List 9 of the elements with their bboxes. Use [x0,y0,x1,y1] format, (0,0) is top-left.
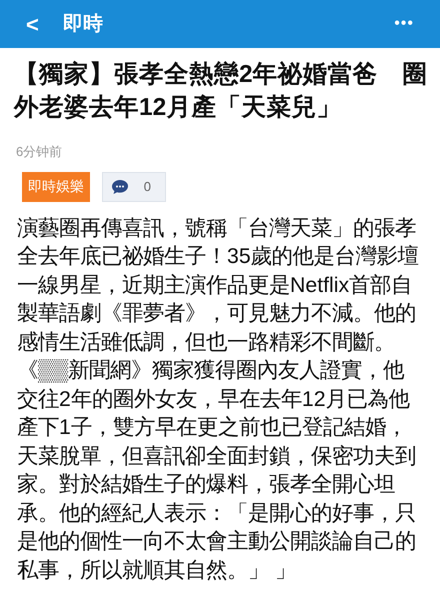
chat-bubble-icon [111,178,129,194]
category-tag[interactable]: 即時娛樂 [22,172,90,202]
comment-button[interactable]: 0 [102,172,166,202]
timestamp: 6分钟前 [16,143,64,161]
more-button[interactable]: ••• [394,12,414,36]
article-body: 演藝圈再傳喜訊，號稱「台灣天菜」的張孝全去年底已祕婚生子！35歲的他是台灣影壇一線男星，近期主演作品更是Netflix首部自製華語劇《罪夢者》，可見魅力不減。他的感情生活雖低調，但也一路精彩不間斷。《▒▒新聞網》獨家獲得圈內友人證實，他交往2年的圈外女友，早在去年12月已為他產下1子，雙方早在更之前也已登記結婚，天菜脫單，但喜訊卻全面封鎖，保密功夫到家。對於結婚生子的爆料，張孝全開心坦承。他的經紀人表示：「是開心的好事，只是他的個性一向不太會主動公開談論自己的私事，所以就順其自然。」 」 [17,214,420,584]
window-title: 即時 [62,12,103,37]
back-button[interactable]: < [26,8,39,40]
headline: 【獨家】張孝全熱戀2年祕婚當爸 圈外老婆去年12月產「天菜兒」 [12,60,428,123]
